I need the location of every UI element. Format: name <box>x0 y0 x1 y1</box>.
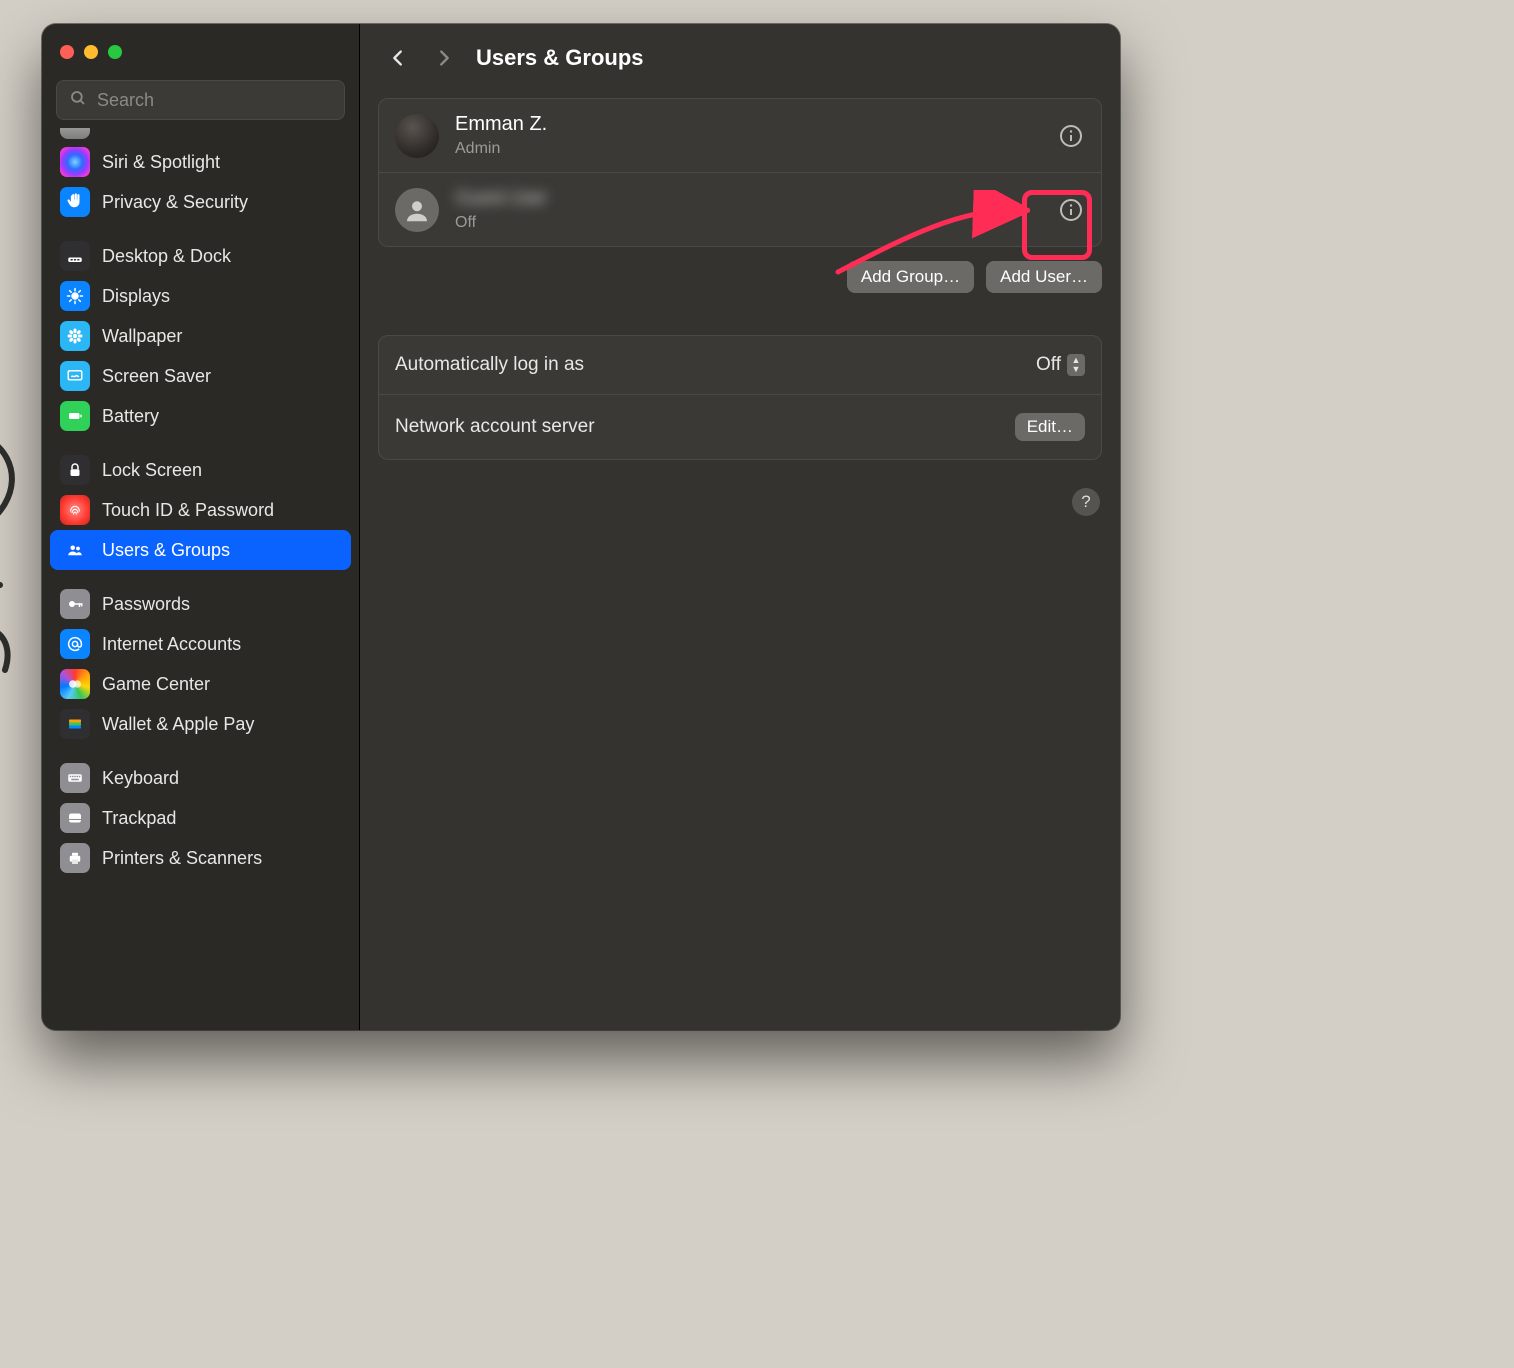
content-pane: Users & Groups Emman Z. Admin Guest User <box>360 24 1120 1030</box>
avatar[interactable] <box>395 188 439 232</box>
zoom-window-button[interactable] <box>108 45 122 59</box>
sidebar-item-label: Keyboard <box>102 768 179 789</box>
users-actions: Add Group… Add User… <box>360 247 1120 293</box>
sidebar-item-internet-accounts[interactable]: Internet Accounts <box>50 624 351 664</box>
select-value: Off <box>1036 354 1061 376</box>
auto-login-select[interactable]: Off ▲▼ <box>1036 354 1085 376</box>
user-name: Guest User <box>455 187 1041 210</box>
dock-icon <box>60 241 90 271</box>
network-account-row: Network account server Edit… <box>379 394 1101 459</box>
generic-icon <box>60 128 90 139</box>
setting-label: Automatically log in as <box>395 354 584 376</box>
sidebar-item-passwords[interactable]: Passwords <box>50 584 351 624</box>
flower-icon <box>60 321 90 351</box>
user-role: Admin <box>455 140 1041 158</box>
sidebar-item-label: Passwords <box>102 594 190 615</box>
sidebar-item-keyboard[interactable]: Keyboard <box>50 758 351 798</box>
avatar[interactable] <box>395 114 439 158</box>
user-role: Off <box>455 214 1041 232</box>
sidebar-item-siri-spotlight[interactable]: Siri & Spotlight <box>50 142 351 182</box>
minimize-window-button[interactable] <box>84 45 98 59</box>
sidebar-item-label: Battery <box>102 406 159 427</box>
sidebar-item-touch-id-password[interactable]: Touch ID & Password <box>50 490 351 530</box>
login-settings-panel: Automatically log in as Off ▲▼ Network a… <box>378 335 1102 460</box>
users-list-panel: Emman Z. Admin Guest User Off <box>378 98 1102 247</box>
sidebar-item-label: Screen Saver <box>102 366 211 387</box>
sidebar-item-privacy-security[interactable]: Privacy & Security <box>50 182 351 222</box>
sidebar-item-game-center[interactable]: Game Center <box>50 664 351 704</box>
sidebar-item-label: Privacy & Security <box>102 192 248 213</box>
trackpad-icon <box>60 803 90 833</box>
user-info-button[interactable] <box>1057 122 1085 150</box>
siri-icon <box>60 147 90 177</box>
hand-icon <box>60 187 90 217</box>
help-button[interactable]: ? <box>1072 488 1100 516</box>
sidebar-item-wallet-apple-pay[interactable]: Wallet & Apple Pay <box>50 704 351 744</box>
lock-icon <box>60 455 90 485</box>
sidebar-item-label: Displays <box>102 286 170 307</box>
auto-login-row: Automatically log in as Off ▲▼ <box>379 336 1101 394</box>
sidebar-nav[interactable]: Siri & Spotlight Privacy & Security Desk… <box>42 128 359 1030</box>
setting-label: Network account server <box>395 416 595 438</box>
window-controls <box>42 24 359 80</box>
edit-network-button[interactable]: Edit… <box>1015 413 1085 441</box>
sidebar: Siri & Spotlight Privacy & Security Desk… <box>42 24 360 1030</box>
sidebar-item-truncated[interactable] <box>50 128 351 142</box>
user-row[interactable]: Guest User Off <box>379 172 1101 246</box>
add-user-button[interactable]: Add User… <box>986 261 1102 293</box>
sidebar-item-screen-saver[interactable]: Screen Saver <box>50 356 351 396</box>
sidebar-item-label: Trackpad <box>102 808 176 829</box>
wallet-icon <box>60 709 90 739</box>
content-header: Users & Groups <box>360 24 1120 92</box>
key-icon <box>60 589 90 619</box>
sidebar-item-desktop-dock[interactable]: Desktop & Dock <box>50 236 351 276</box>
sidebar-item-wallpaper[interactable]: Wallpaper <box>50 316 351 356</box>
sidebar-item-trackpad[interactable]: Trackpad <box>50 798 351 838</box>
at-icon <box>60 629 90 659</box>
sidebar-item-lock-screen[interactable]: Lock Screen <box>50 450 351 490</box>
chevron-up-down-icon: ▲▼ <box>1067 354 1085 376</box>
fingerprint-icon <box>60 495 90 525</box>
system-settings-window: Siri & Spotlight Privacy & Security Desk… <box>42 24 1120 1030</box>
sidebar-item-label: Game Center <box>102 674 210 695</box>
user-row[interactable]: Emman Z. Admin <box>379 99 1101 172</box>
sidebar-item-label: Touch ID & Password <box>102 500 274 521</box>
sidebar-item-label: Lock Screen <box>102 460 202 481</box>
add-group-button[interactable]: Add Group… <box>847 261 974 293</box>
screensaver-icon <box>60 361 90 391</box>
sidebar-item-label: Wallet & Apple Pay <box>102 714 254 735</box>
user-info-button[interactable] <box>1057 196 1085 224</box>
sidebar-item-battery[interactable]: Battery <box>50 396 351 436</box>
sidebar-item-label: Internet Accounts <box>102 634 241 655</box>
game-center-icon <box>60 669 90 699</box>
sidebar-item-printers-scanners[interactable]: Printers & Scanners <box>50 838 351 878</box>
sidebar-item-label: Wallpaper <box>102 326 182 347</box>
battery-icon <box>60 401 90 431</box>
brightness-icon <box>60 281 90 311</box>
page-title: Users & Groups <box>476 45 644 71</box>
user-name: Emman Z. <box>455 113 1041 136</box>
forward-button[interactable] <box>430 44 458 72</box>
users-icon <box>60 535 90 565</box>
printer-icon <box>60 843 90 873</box>
search-input[interactable] <box>97 90 332 111</box>
search-icon <box>69 89 87 112</box>
close-window-button[interactable] <box>60 45 74 59</box>
sidebar-item-label: Siri & Spotlight <box>102 152 220 173</box>
sidebar-item-label: Users & Groups <box>102 540 230 561</box>
keyboard-icon <box>60 763 90 793</box>
sidebar-item-displays[interactable]: Displays <box>50 276 351 316</box>
back-button[interactable] <box>384 44 412 72</box>
sidebar-item-label: Printers & Scanners <box>102 848 262 869</box>
sidebar-item-label: Desktop & Dock <box>102 246 231 267</box>
sidebar-item-users-groups[interactable]: Users & Groups <box>50 530 351 570</box>
search-field[interactable] <box>56 80 345 120</box>
